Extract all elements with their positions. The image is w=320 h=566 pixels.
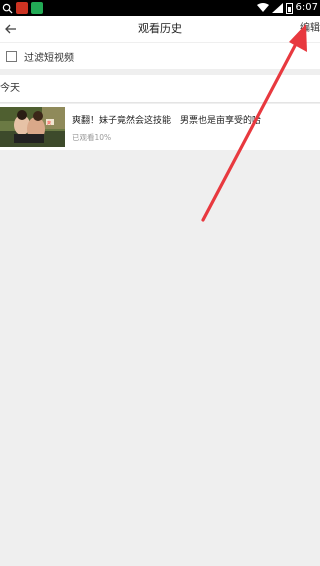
filter-checkbox[interactable] (6, 50, 17, 62)
signal-icon (271, 3, 283, 13)
svg-text:爽: 爽 (47, 120, 51, 125)
back-button[interactable] (0, 16, 22, 42)
status-bar: 6:07 (0, 0, 320, 16)
section-header-today: 今天 (0, 75, 320, 103)
status-right: 6:07 (256, 1, 318, 15)
thumbnail-image: 爽 (0, 107, 65, 147)
search-icon (2, 3, 13, 14)
notification-app-icon (16, 2, 28, 14)
clock: 6:07 (295, 2, 318, 13)
filter-label: 过滤短视频 (24, 52, 74, 64)
status-left (2, 2, 43, 14)
arrow-left-icon (5, 24, 16, 34)
video-thumbnail[interactable]: 爽 (0, 107, 65, 147)
video-title: 爽翻！妹子竟然会这技能 男票也是亩享受的哈 (72, 116, 262, 126)
section-title: 今天 (0, 83, 20, 94)
page-title: 观看历史 (138, 22, 182, 35)
notification-app-icon (31, 2, 43, 14)
watch-progress: 已观看10% (72, 133, 112, 142)
wifi-icon (256, 3, 269, 12)
header: 观看历史 编辑 (0, 16, 320, 42)
battery-icon (285, 2, 293, 14)
filter-row[interactable]: 过滤短视频 (0, 43, 320, 69)
edit-button[interactable]: 编辑 (300, 16, 320, 42)
history-item[interactable]: 爽 爽翻！妹子竟然会这技能 男票也是亩享受的哈 已观看10% (0, 104, 320, 150)
